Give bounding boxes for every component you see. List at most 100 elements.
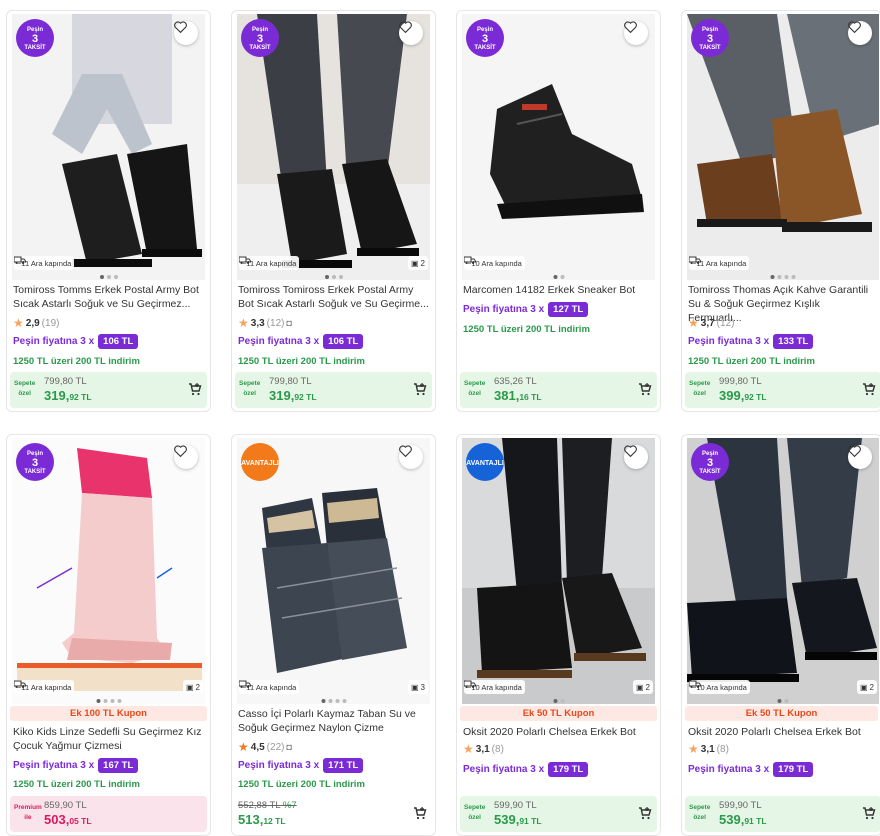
sepet-ozel-label: Sepete özel bbox=[14, 380, 36, 397]
rating: ★ 4,5 (22) ◘ bbox=[238, 740, 292, 754]
product-title[interactable]: Kiko Kids Linze Sedefli Su Geçirmez Kız … bbox=[13, 725, 204, 753]
new-price: 503,05 TL bbox=[44, 812, 92, 827]
installment-info: Peşin fiyatına 3 x 106 TL bbox=[238, 334, 364, 349]
delivery-info: ~11 Ara kapında bbox=[239, 680, 300, 694]
product-card[interactable]: Peşin 3 TAKSİT ~11 Ara kapında ▣ 2 Tomiross… bbox=[231, 10, 436, 412]
old-price: 599,90 TL bbox=[494, 800, 537, 811]
truck-icon bbox=[689, 680, 701, 688]
product-image[interactable]: Peşin 3 TAKSİT ~11 Ara kapında ▣ 2 bbox=[237, 14, 430, 280]
product-card[interactable]: AVANTAJLI ~11 Ara kapında ▣ 3 Casso İçi P… bbox=[231, 434, 436, 836]
heart-icon[interactable] bbox=[399, 21, 423, 45]
truck-icon bbox=[239, 256, 251, 264]
pesin-taksit-badge: Peşin 3 TAKSİT bbox=[16, 19, 54, 57]
sepet-ozel-label: Sepete özel bbox=[239, 380, 261, 397]
sepet-ozel-label: Sepete özel bbox=[464, 380, 486, 397]
heart-icon[interactable] bbox=[174, 445, 198, 469]
premium-label: Premium ile bbox=[14, 804, 42, 821]
heart-icon[interactable] bbox=[399, 445, 423, 469]
heart-icon[interactable] bbox=[174, 21, 198, 45]
price-box: Sepete özel 799,80 TL 319,92 TL bbox=[10, 372, 207, 408]
old-price: 859,90 TL bbox=[44, 800, 87, 811]
add-to-cart-icon[interactable] bbox=[413, 806, 427, 825]
heart-icon[interactable] bbox=[848, 445, 872, 469]
promo-text: 1250 TL üzeri 200 TL indirim bbox=[13, 356, 140, 367]
product-image[interactable]: AVANTAJLI ~10 Ara kapında ▣ 2 bbox=[462, 438, 655, 704]
camera-icon: ◘ bbox=[286, 318, 292, 328]
product-title[interactable]: Casso İçi Polarlı Kaymaz Taban Su ve Soğ… bbox=[238, 707, 429, 735]
heart-icon[interactable] bbox=[624, 445, 648, 469]
photo-count: ▣ 2 bbox=[632, 680, 653, 694]
delivery-info: ~11 Ara kapında bbox=[689, 256, 750, 270]
add-to-cart-icon[interactable] bbox=[638, 382, 652, 401]
add-to-cart-icon[interactable] bbox=[413, 382, 427, 401]
old-price: 599,90 TL bbox=[719, 800, 762, 811]
star-icon: ★ bbox=[688, 742, 699, 756]
image-dots bbox=[324, 275, 343, 279]
delivery-info: ~11 Ara kapında bbox=[14, 680, 75, 694]
product-title[interactable]: Tomiross Tomiross Erkek Postal Army Bot … bbox=[238, 283, 429, 311]
truck-icon bbox=[464, 256, 476, 264]
rating: ★ 3,7 (12) bbox=[688, 316, 735, 330]
delivery-info: ~11 Ara kapında bbox=[239, 256, 300, 270]
price-box: Sepete özel 599,90 TL 539,91 TL bbox=[685, 796, 880, 832]
product-card[interactable]: Peşin 3 TAKSİT ~10 Ara kapında ▣ 2 Ek 50 TL… bbox=[681, 434, 880, 836]
camera-icon: ▣ bbox=[410, 682, 419, 692]
coupon-label: Ek 100 TL Kupon bbox=[10, 706, 207, 721]
product-image[interactable]: Peşin 3 TAKSİT ~10 Ara kapında ▣ 2 bbox=[687, 438, 879, 704]
product-card[interactable]: Peşin 3 TAKSİT ~10 Ara kapında Marcomen 14… bbox=[456, 10, 661, 412]
product-title[interactable]: Oksit 2020 Polarlı Chelsea Erkek Bot bbox=[463, 725, 654, 739]
old-price: 999,80 TL bbox=[719, 376, 762, 387]
new-price: 319,92 TL bbox=[44, 388, 92, 403]
camera-icon: ◘ bbox=[286, 742, 292, 752]
price-box: Sepete özel 999,80 TL 399,92 TL bbox=[685, 372, 880, 408]
truck-icon bbox=[14, 256, 26, 264]
star-icon: ★ bbox=[13, 316, 24, 330]
image-dots bbox=[96, 699, 121, 703]
star-icon: ★ bbox=[238, 316, 249, 330]
heart-icon[interactable] bbox=[624, 21, 648, 45]
old-price: 552,88 TL %7 bbox=[238, 800, 297, 811]
camera-icon: ▣ bbox=[185, 682, 194, 692]
image-dots bbox=[770, 275, 796, 279]
old-price: 799,80 TL bbox=[269, 376, 312, 387]
image-dots bbox=[321, 699, 346, 703]
image-dots bbox=[553, 699, 564, 703]
heart-icon[interactable] bbox=[848, 21, 872, 45]
new-price: 539,91 TL bbox=[494, 812, 542, 827]
new-price: 319,92 TL bbox=[269, 388, 317, 403]
rating: ★ 2,9 (19) bbox=[13, 316, 60, 330]
avantajli-badge: AVANTAJLI bbox=[241, 443, 279, 481]
delivery-info: ~10 Ara kapında bbox=[464, 256, 525, 270]
old-price: 635,26 TL bbox=[494, 376, 537, 387]
add-to-cart-icon[interactable] bbox=[638, 806, 652, 825]
promo-text: 1250 TL üzeri 200 TL indirim bbox=[688, 356, 815, 367]
product-card[interactable]: Peşin 3 TAKSİT ~11 Ara kapında Tomiross To… bbox=[6, 10, 211, 412]
product-image[interactable]: Peşin 3 TAKSİT ~11 Ara kapında ▣ 2 bbox=[12, 438, 205, 704]
product-title[interactable]: Oksit 2020 Polarlı Chelsea Erkek Bot bbox=[688, 725, 875, 739]
product-image[interactable]: AVANTAJLI ~11 Ara kapında ▣ 3 bbox=[237, 438, 430, 704]
product-card[interactable]: Peşin 3 TAKSİT ~11 Ara kapında ▣ 2 Ek 100 T… bbox=[6, 434, 211, 836]
add-to-cart-icon[interactable] bbox=[188, 382, 202, 401]
pesin-taksit-badge: Peşin 3 TAKSİT bbox=[466, 19, 504, 57]
coupon-label: Ek 50 TL Kupon bbox=[685, 706, 878, 721]
product-image[interactable]: Peşin 3 TAKSİT ~11 Ara kapında bbox=[687, 14, 879, 280]
product-card[interactable]: AVANTAJLI ~10 Ara kapında ▣ 2 Ek 50 TL Ku… bbox=[456, 434, 661, 836]
product-title[interactable]: Marcomen 14182 Erkek Sneaker Bot bbox=[463, 283, 654, 297]
product-image[interactable]: Peşin 3 TAKSİT ~10 Ara kapında bbox=[462, 14, 655, 280]
promo-text: 1250 TL üzeri 200 TL indirim bbox=[238, 779, 365, 790]
rating: ★ 3,1 (8) bbox=[463, 742, 504, 756]
price-box: 552,88 TL %7 513,12 TL bbox=[235, 796, 432, 832]
product-card[interactable]: Peşin 3 TAKSİT ~11 Ara kapında Tomiross Th… bbox=[681, 10, 880, 412]
product-title[interactable]: Tomiross Tomms Erkek Postal Army Bot Sıc… bbox=[13, 283, 204, 311]
truck-icon bbox=[464, 680, 476, 688]
installment-info: Peşin fiyatına 3 x 179 TL bbox=[463, 762, 589, 777]
add-to-cart-icon[interactable] bbox=[862, 382, 876, 401]
add-to-cart-icon[interactable] bbox=[862, 806, 876, 825]
pesin-taksit-badge: Peşin 3 TAKSİT bbox=[691, 19, 729, 57]
delivery-info: ~10 Ara kapında bbox=[689, 680, 750, 694]
new-price: 513,12 TL bbox=[238, 812, 286, 827]
camera-icon: ▣ bbox=[635, 682, 644, 692]
old-price: 799,80 TL bbox=[44, 376, 87, 387]
product-image[interactable]: Peşin 3 TAKSİT ~11 Ara kapında bbox=[12, 14, 205, 280]
truck-icon bbox=[239, 680, 251, 688]
